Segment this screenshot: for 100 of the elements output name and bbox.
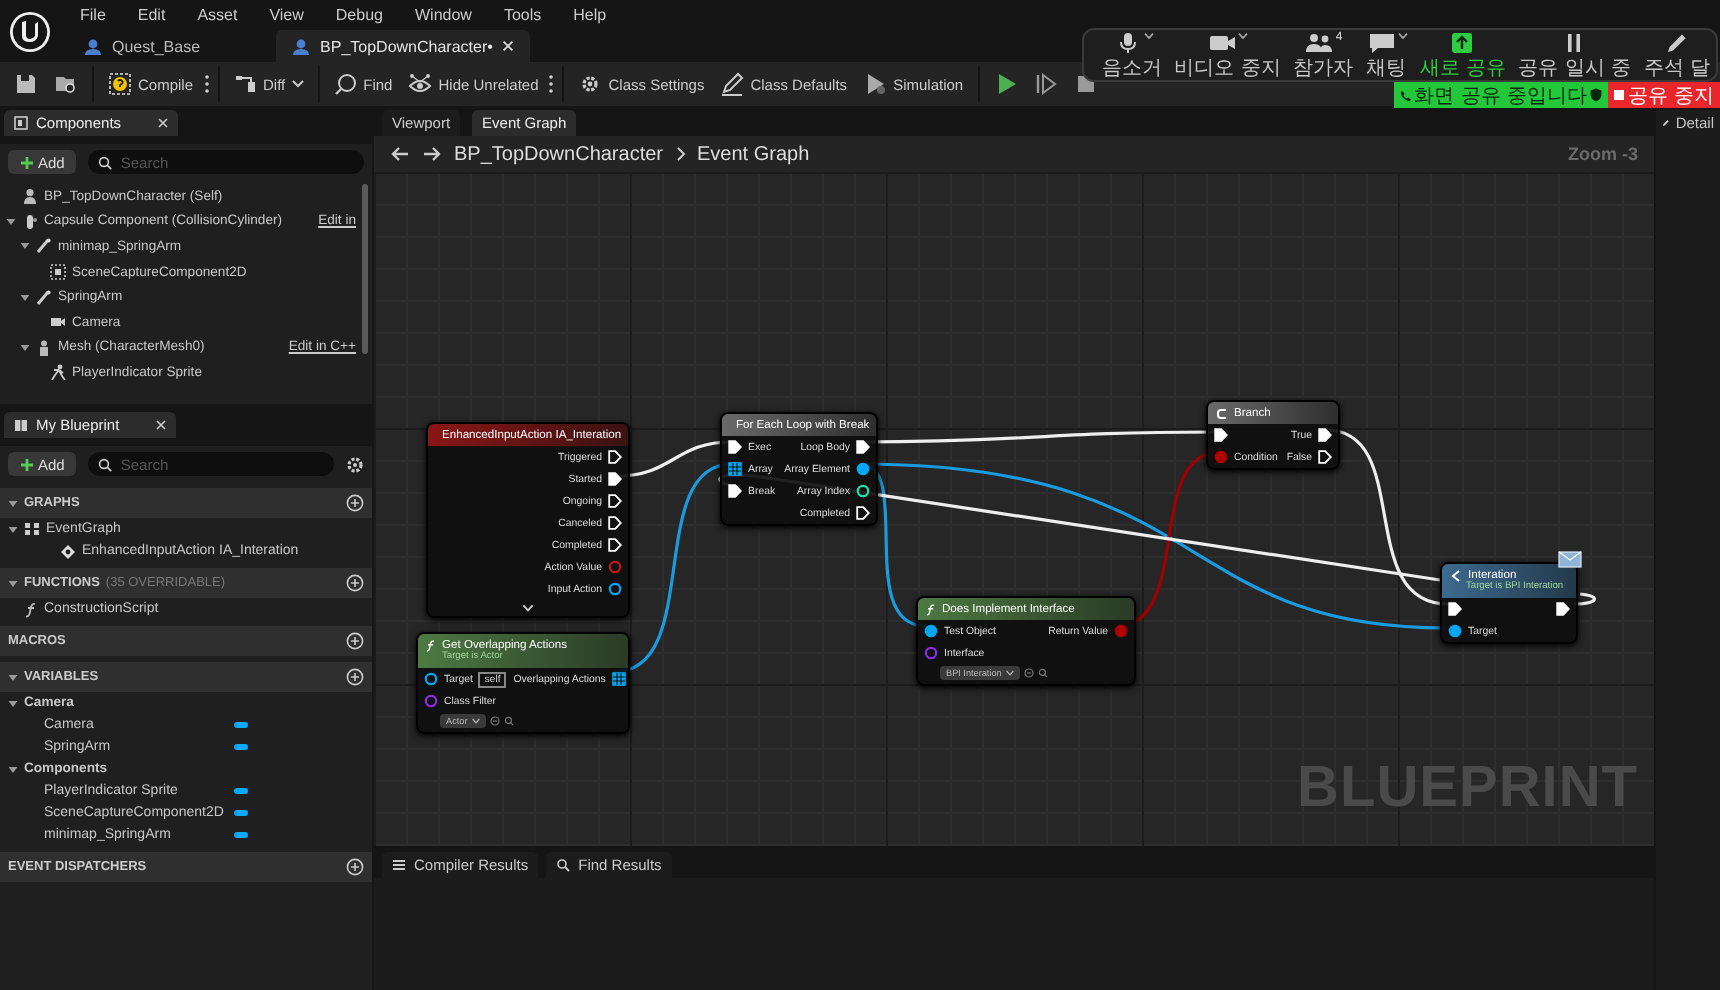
shield-icon — [1589, 88, 1602, 102]
exec-pin-icon[interactable] — [856, 506, 870, 520]
caret-icon[interactable] — [1238, 31, 1249, 39]
running-figure-icon — [50, 364, 66, 381]
expand-arrow-icon[interactable] — [8, 765, 18, 773]
stop-icon — [1613, 90, 1624, 100]
exec-pin-icon[interactable] — [608, 494, 622, 508]
expand-arrow-icon[interactable] — [6, 217, 16, 226]
close-icon[interactable] — [157, 118, 168, 128]
data-pin-icon[interactable] — [424, 672, 438, 686]
list-icon — [392, 858, 406, 872]
spring-arm-icon — [36, 289, 52, 306]
add-icon[interactable] — [346, 632, 364, 650]
meeting-control[interactable]: 채팅 — [1363, 31, 1410, 79]
expand-arrow-icon[interactable] — [20, 293, 30, 302]
data-pin-icon[interactable] — [611, 672, 626, 686]
menu-item[interactable]: File — [64, 5, 122, 23]
add-icon[interactable] — [346, 668, 364, 686]
expand-arrow-icon[interactable] — [8, 673, 18, 681]
menu-item[interactable]: Tools — [487, 5, 558, 23]
data-pin-icon[interactable] — [728, 462, 742, 476]
menu-item[interactable]: Debug — [319, 5, 399, 23]
sharing-message: 화면 공유 중입니다 — [1414, 83, 1588, 109]
close-icon[interactable] — [155, 420, 166, 430]
use-selected-icon[interactable] — [489, 715, 500, 725]
chevron-icon — [675, 146, 685, 162]
exec-pin-icon[interactable] — [728, 484, 742, 498]
back-arrow-icon[interactable] — [390, 146, 410, 162]
exec-pin-icon[interactable] — [1556, 602, 1570, 616]
zoom-level: Zoom -3 — [1568, 144, 1638, 164]
expand-arrow-icon[interactable] — [20, 343, 30, 352]
variable-type-icon — [234, 744, 248, 750]
chevron-icon[interactable] — [522, 604, 534, 612]
exec-pin-icon[interactable] — [608, 538, 622, 552]
exec-pin-icon[interactable] — [1318, 450, 1332, 464]
caret-icon[interactable] — [1143, 31, 1153, 39]
add-icon[interactable] — [346, 494, 364, 512]
chat-bubble-icon — [1365, 31, 1398, 53]
exec-pin-icon[interactable] — [608, 472, 622, 486]
breadcrumb-item[interactable]: BP_TopDownCharacter — [454, 143, 663, 165]
menu-item[interactable]: Edit — [121, 5, 182, 23]
caret-icon — [471, 717, 480, 723]
exec-pin-icon[interactable] — [1448, 602, 1462, 616]
forward-arrow-icon[interactable] — [422, 146, 442, 162]
scrollbar[interactable] — [362, 184, 368, 354]
meeting-control[interactable]: 새로 공유 — [1417, 31, 1509, 79]
caret-icon — [291, 80, 304, 88]
data-pin-icon[interactable] — [608, 582, 622, 596]
simulation-icon — [863, 72, 888, 96]
document-tab[interactable]: Quest_Base — [68, 30, 217, 62]
menu-item[interactable]: View — [253, 5, 320, 23]
expand-arrow-icon[interactable] — [8, 699, 18, 707]
data-pin-icon[interactable] — [924, 624, 938, 638]
engine-logo-icon[interactable] — [8, 9, 52, 53]
exec-pin-icon[interactable] — [608, 450, 622, 464]
close-icon[interactable] — [502, 40, 515, 52]
meeting-control[interactable]: 공유 일시 중 — [1516, 31, 1634, 79]
exec-pin-icon[interactable] — [856, 440, 870, 454]
book-icon — [14, 418, 28, 432]
menu-item[interactable]: Window — [398, 5, 488, 23]
exec-pin-icon[interactable] — [728, 440, 742, 454]
variable-type-icon — [234, 722, 248, 728]
search-icon[interactable] — [503, 715, 514, 725]
expand-arrow-icon[interactable] — [20, 242, 30, 251]
document-tab[interactable]: BP_TopDownCharacter• — [276, 30, 531, 62]
variable-type-icon — [234, 810, 248, 816]
meeting-control[interactable]: 비디오 중지 — [1172, 31, 1283, 79]
menu-item[interactable]: Asset — [181, 5, 254, 23]
exec-pin-icon[interactable] — [608, 516, 622, 530]
use-selected-icon[interactable] — [1023, 667, 1034, 677]
people-icon — [1303, 31, 1336, 53]
expand-arrow-icon[interactable] — [8, 579, 18, 587]
caret-icon[interactable] — [1397, 31, 1408, 39]
caret-icon — [1005, 669, 1014, 675]
stop-share-button[interactable]: 공유 중지 — [1607, 82, 1720, 108]
add-icon[interactable] — [346, 574, 364, 592]
expand-arrow-icon[interactable] — [8, 525, 18, 533]
breadcrumb-item[interactable]: Event Graph — [697, 143, 810, 165]
data-pin-icon[interactable] — [856, 462, 870, 476]
settings-icon[interactable] — [346, 455, 364, 473]
spring-arm-icon — [36, 238, 52, 255]
function-icon — [24, 601, 38, 617]
data-pin-icon[interactable] — [1448, 624, 1462, 638]
meeting-control[interactable]: 음소거 — [1100, 31, 1164, 79]
expand-arrow-icon[interactable] — [8, 499, 18, 507]
envelope-icon — [1558, 548, 1582, 568]
add-icon[interactable] — [346, 858, 364, 876]
menu-item[interactable]: Help — [557, 5, 623, 23]
plus-icon — [20, 155, 34, 169]
graph-icon — [24, 522, 40, 536]
meeting-control[interactable]: 주석 달 — [1641, 31, 1712, 79]
exec-pin-icon[interactable] — [1318, 428, 1332, 442]
compile-icon — [108, 72, 132, 96]
branch-icon — [1216, 407, 1228, 419]
more-icon[interactable] — [548, 74, 555, 94]
more-icon[interactable] — [203, 74, 210, 94]
exec-pin-icon[interactable] — [1214, 428, 1228, 442]
video-camera-icon — [1206, 31, 1239, 53]
search-icon[interactable] — [1037, 667, 1048, 677]
graph-canvas[interactable] — [374, 172, 1654, 846]
